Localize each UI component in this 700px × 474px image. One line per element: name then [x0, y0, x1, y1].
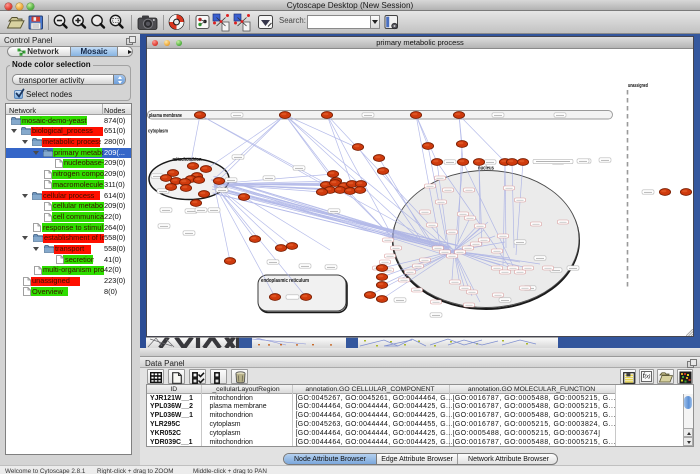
svg-text:plasma membrane: plasma membrane	[149, 113, 182, 119]
svg-text:unassigned: unassigned	[628, 83, 648, 89]
svg-text:mitochondrion: mitochondrion	[173, 157, 202, 163]
svg-text:endoplasmic reticulum: endoplasmic reticulum	[261, 278, 309, 284]
svg-text:nucleus: nucleus	[478, 166, 494, 172]
svg-text:cytoplasm: cytoplasm	[148, 129, 168, 135]
